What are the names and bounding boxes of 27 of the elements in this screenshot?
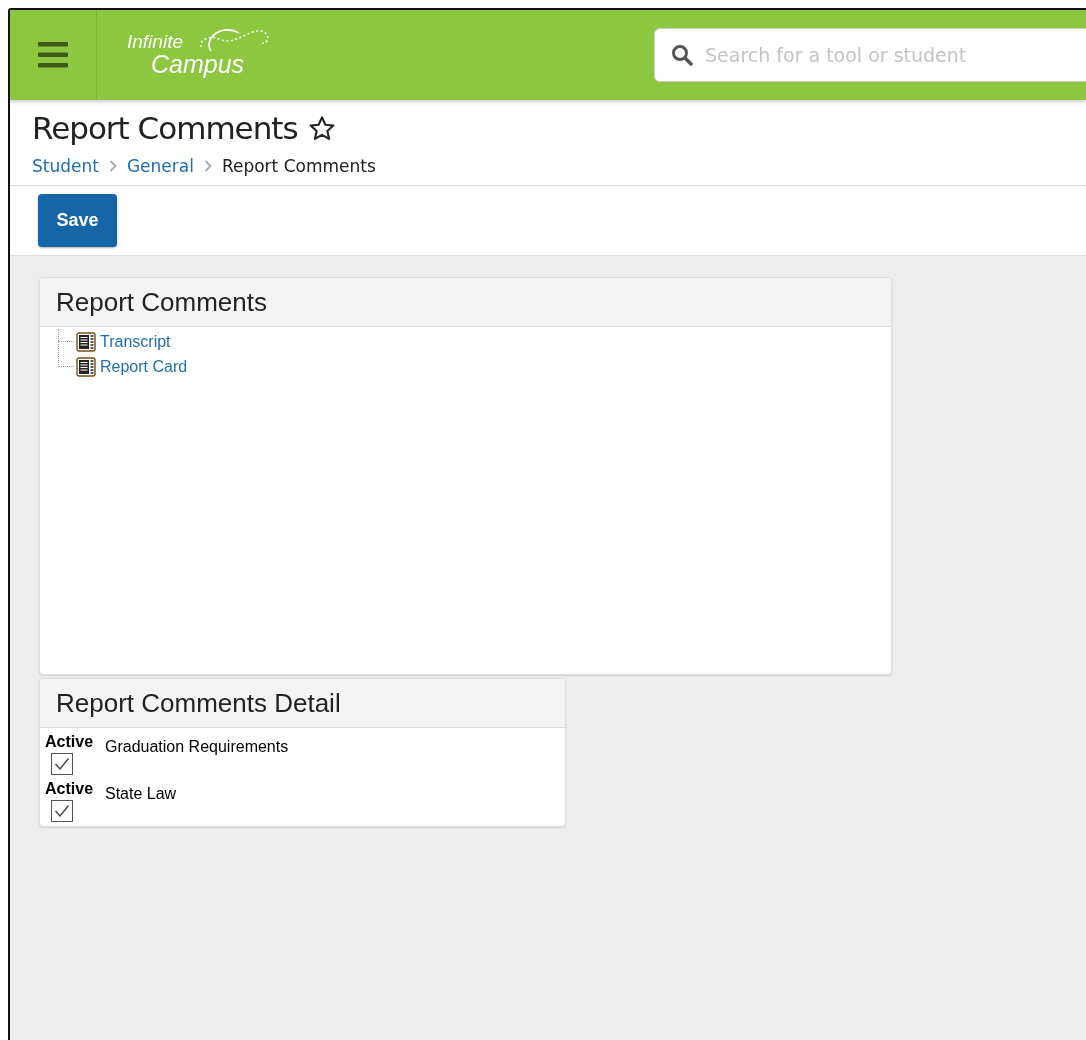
document-icon (76, 356, 96, 377)
logo-text: Infinite (127, 31, 183, 53)
comment-name: Graduation Requirements (105, 738, 290, 756)
favorite-star-icon[interactable] (307, 114, 336, 142)
save-button[interactable]: Save (38, 194, 117, 247)
field-label: Active (45, 733, 94, 751)
breadcrumb-current: Report Comments (221, 156, 376, 176)
logo-text: Campus (151, 50, 245, 79)
chevron-right-icon (203, 160, 212, 172)
checkbox[interactable] (51, 800, 73, 822)
panel-title: Report Comments (40, 278, 891, 327)
field-label: Active (45, 780, 94, 798)
search-icon (671, 44, 693, 66)
breadcrumb-link[interactable]: Student (32, 156, 99, 176)
chevron-right-icon (108, 160, 117, 172)
menu-icon[interactable] (38, 42, 68, 68)
tree-item-link[interactable]: Report Card (100, 357, 188, 376)
breadcrumb-link[interactable]: General (126, 156, 194, 176)
document-icon (76, 331, 96, 352)
checkmark-icon (54, 757, 70, 771)
comment-name: State Law (105, 785, 178, 803)
page-title: Report Comments (32, 110, 298, 146)
panel-title: Report Comments Detail (40, 679, 565, 728)
checkmark-icon (54, 804, 70, 818)
search-field[interactable]: Search for a tool or student (654, 28, 1086, 82)
tree-item-link[interactable]: Transcript (100, 332, 171, 351)
checkbox[interactable] (51, 753, 73, 775)
